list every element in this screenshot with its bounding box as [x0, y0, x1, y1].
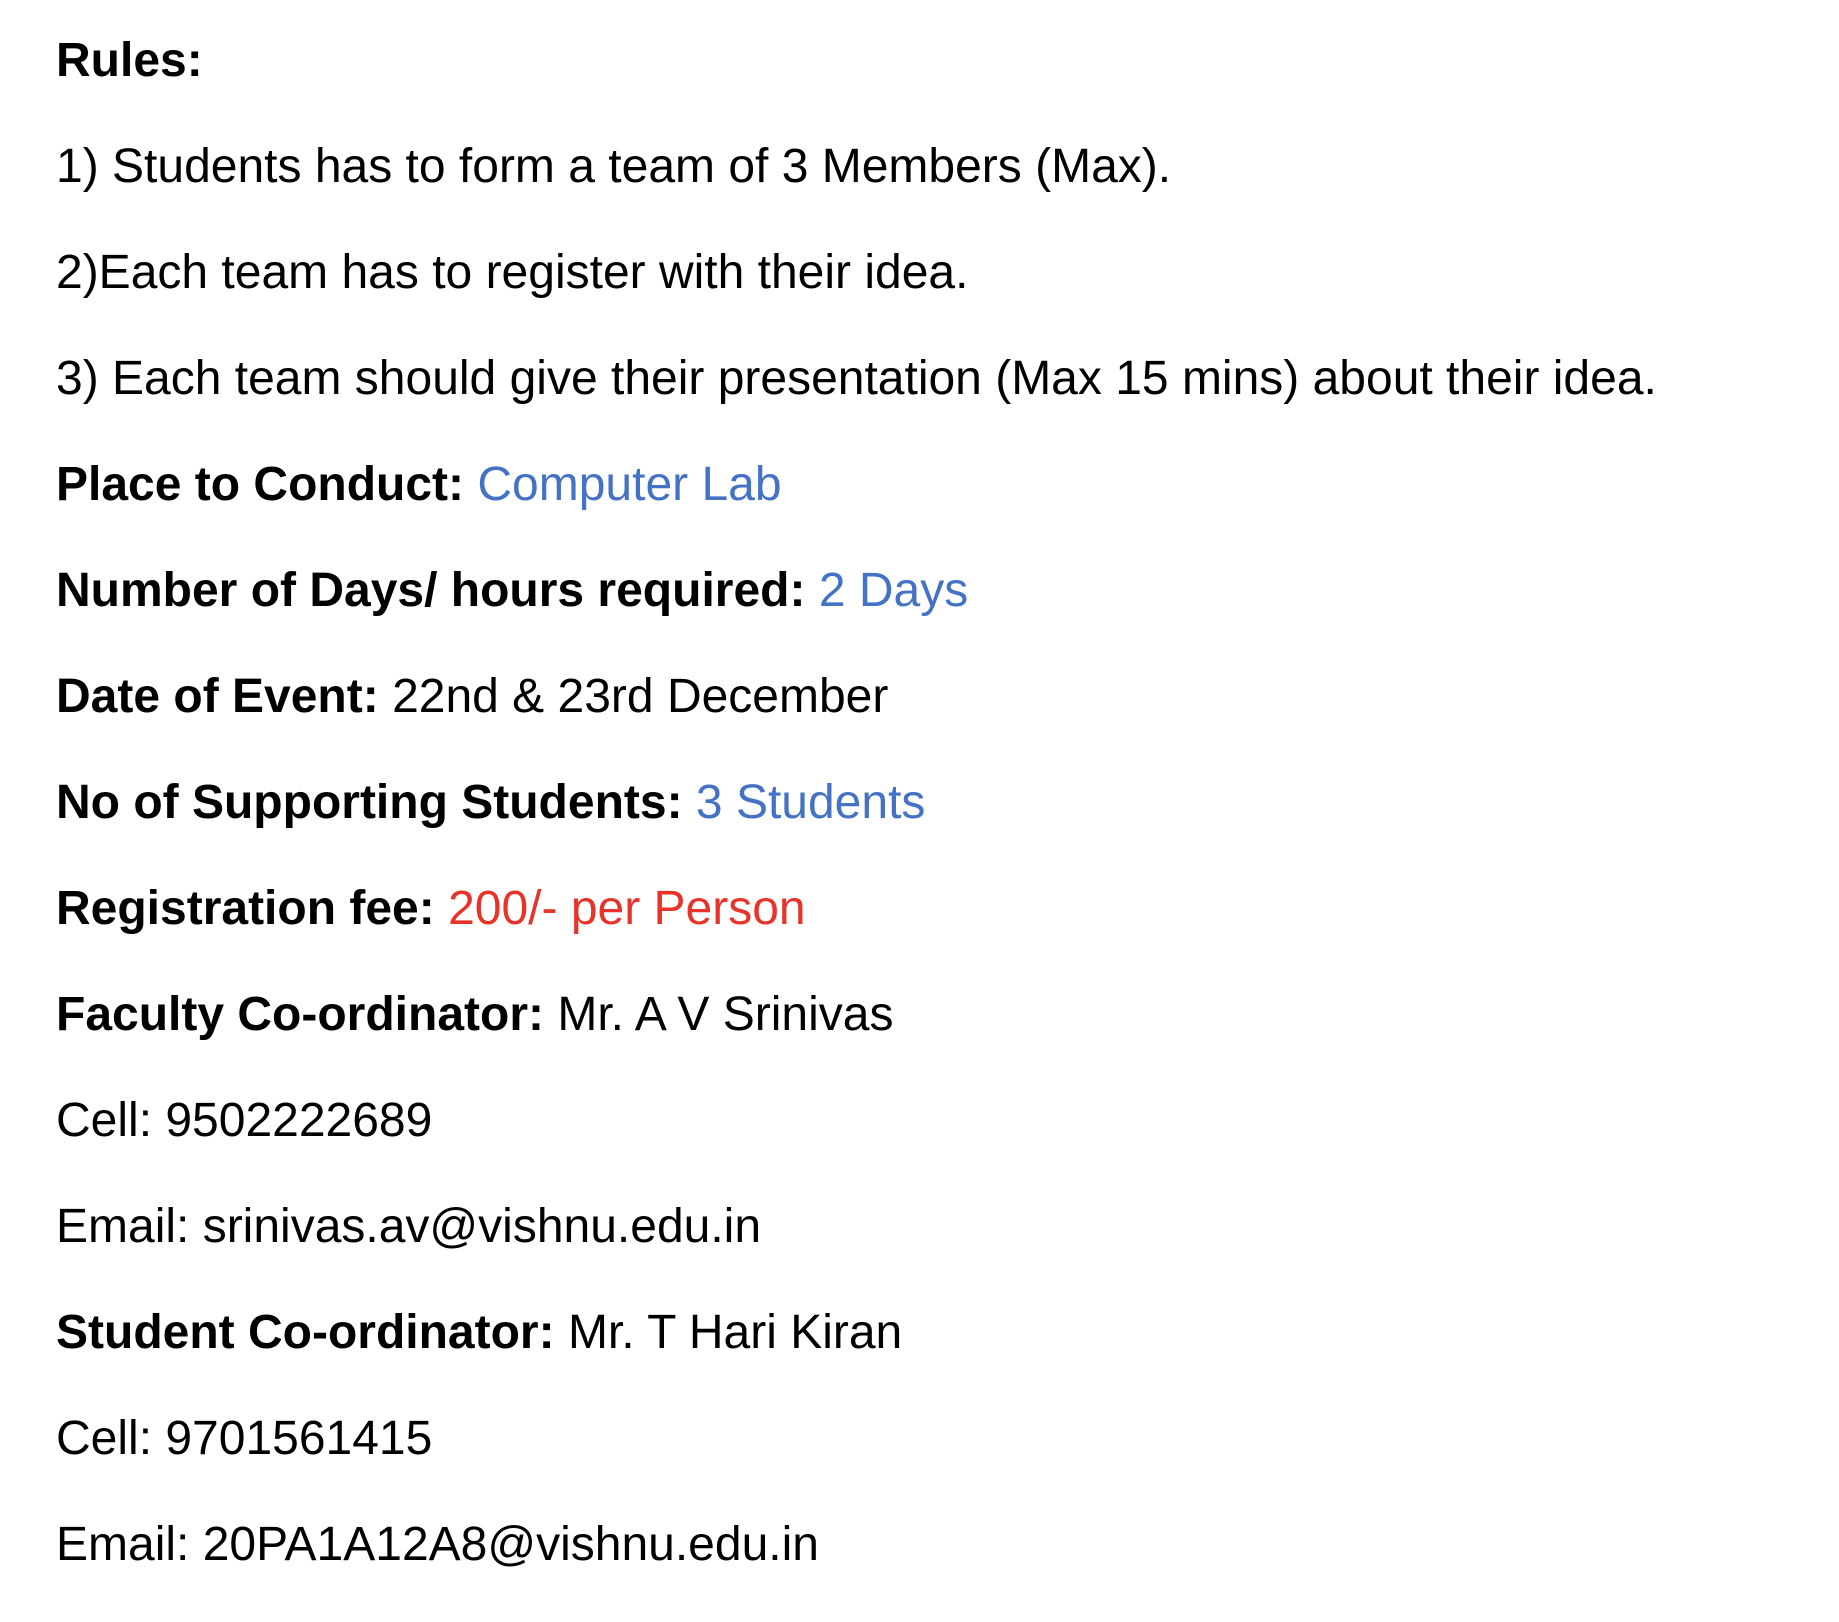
date-value: 22nd & 23rd December: [392, 670, 889, 723]
date-row: Date of Event: 22nd & 23rd December: [56, 668, 1826, 774]
days-label: Number of Days/ hours required:: [56, 564, 806, 617]
faculty-email: Email: srinivas.av@vishnu.edu.in: [56, 1200, 762, 1253]
supporting-row: No of Supporting Students: 3 Students: [56, 774, 1826, 880]
student-label: Student Co-ordinator:: [56, 1306, 555, 1359]
days-row: Number of Days/ hours required: 2 Days: [56, 562, 1826, 668]
fee-label: Registration fee:: [56, 882, 435, 935]
rule-item-3: 3) Each team should give their presentat…: [56, 352, 1657, 405]
date-label: Date of Event:: [56, 670, 379, 723]
place-row: Place to Conduct: Computer Lab: [56, 456, 1826, 562]
place-label: Place to Conduct:: [56, 458, 465, 511]
faculty-name: Mr. A V Srinivas: [557, 988, 894, 1041]
supporting-label: No of Supporting Students:: [56, 776, 683, 829]
student-row: Student Co-ordinator: Mr. T Hari Kiran: [56, 1304, 1826, 1410]
days-value: 2 Days: [818, 564, 969, 617]
supporting-value: 3 Students: [695, 776, 926, 829]
student-name: Mr. T Hari Kiran: [567, 1306, 903, 1359]
student-cell: Cell: 9701561415: [56, 1412, 433, 1465]
fee-row: Registration fee: 200/- per Person: [56, 880, 1826, 986]
student-email: Email: 20PA1A12A8@vishnu.edu.in: [56, 1518, 819, 1571]
rules-heading: Rules:: [56, 34, 203, 87]
fee-value: 200/- per Person: [448, 882, 806, 935]
faculty-label: Faculty Co-ordinator:: [56, 988, 544, 1041]
rule-item-1: 1) Students has to form a team of 3 Memb…: [56, 140, 1172, 193]
faculty-row: Faculty Co-ordinator: Mr. A V Srinivas: [56, 986, 1826, 1092]
place-value: Computer Lab: [477, 458, 782, 511]
event-details-document: Rules: 1) Students has to form a team of…: [56, 32, 1826, 1622]
rule-item-2: 2)Each team has to register with their i…: [56, 246, 969, 299]
faculty-cell: Cell: 9502222689: [56, 1094, 433, 1147]
